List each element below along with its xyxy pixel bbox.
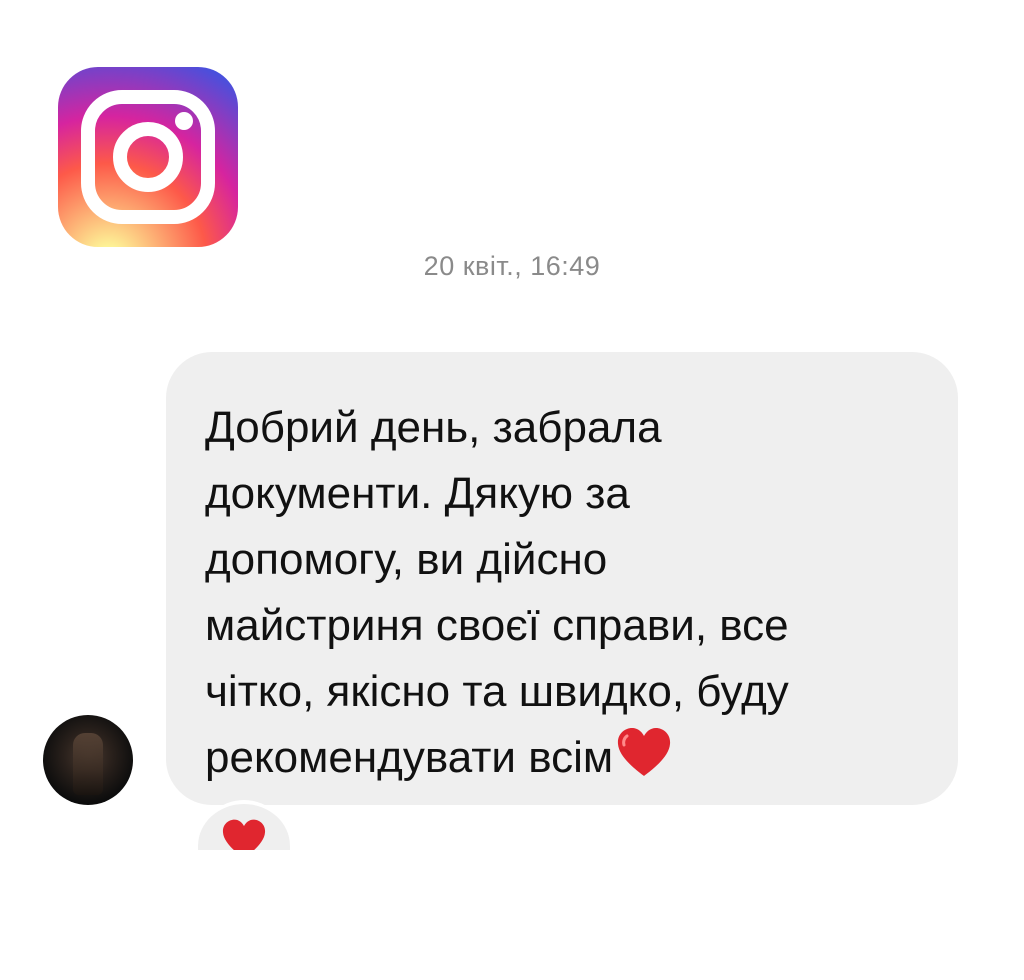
avatar-photo — [73, 733, 103, 795]
heart-emoji-icon — [615, 726, 673, 797]
sender-avatar[interactable] — [43, 715, 133, 805]
message-text: Добрий день, забрала документи. Дякую за… — [205, 403, 789, 782]
heart-reaction-icon — [222, 819, 266, 850]
instagram-logo-icon — [58, 67, 238, 247]
message-reaction[interactable] — [198, 800, 290, 850]
message-content: Добрий день, забрала документи. Дякую за… — [205, 395, 945, 797]
message-timestamp: 20 квіт., 16:49 — [423, 251, 601, 281]
